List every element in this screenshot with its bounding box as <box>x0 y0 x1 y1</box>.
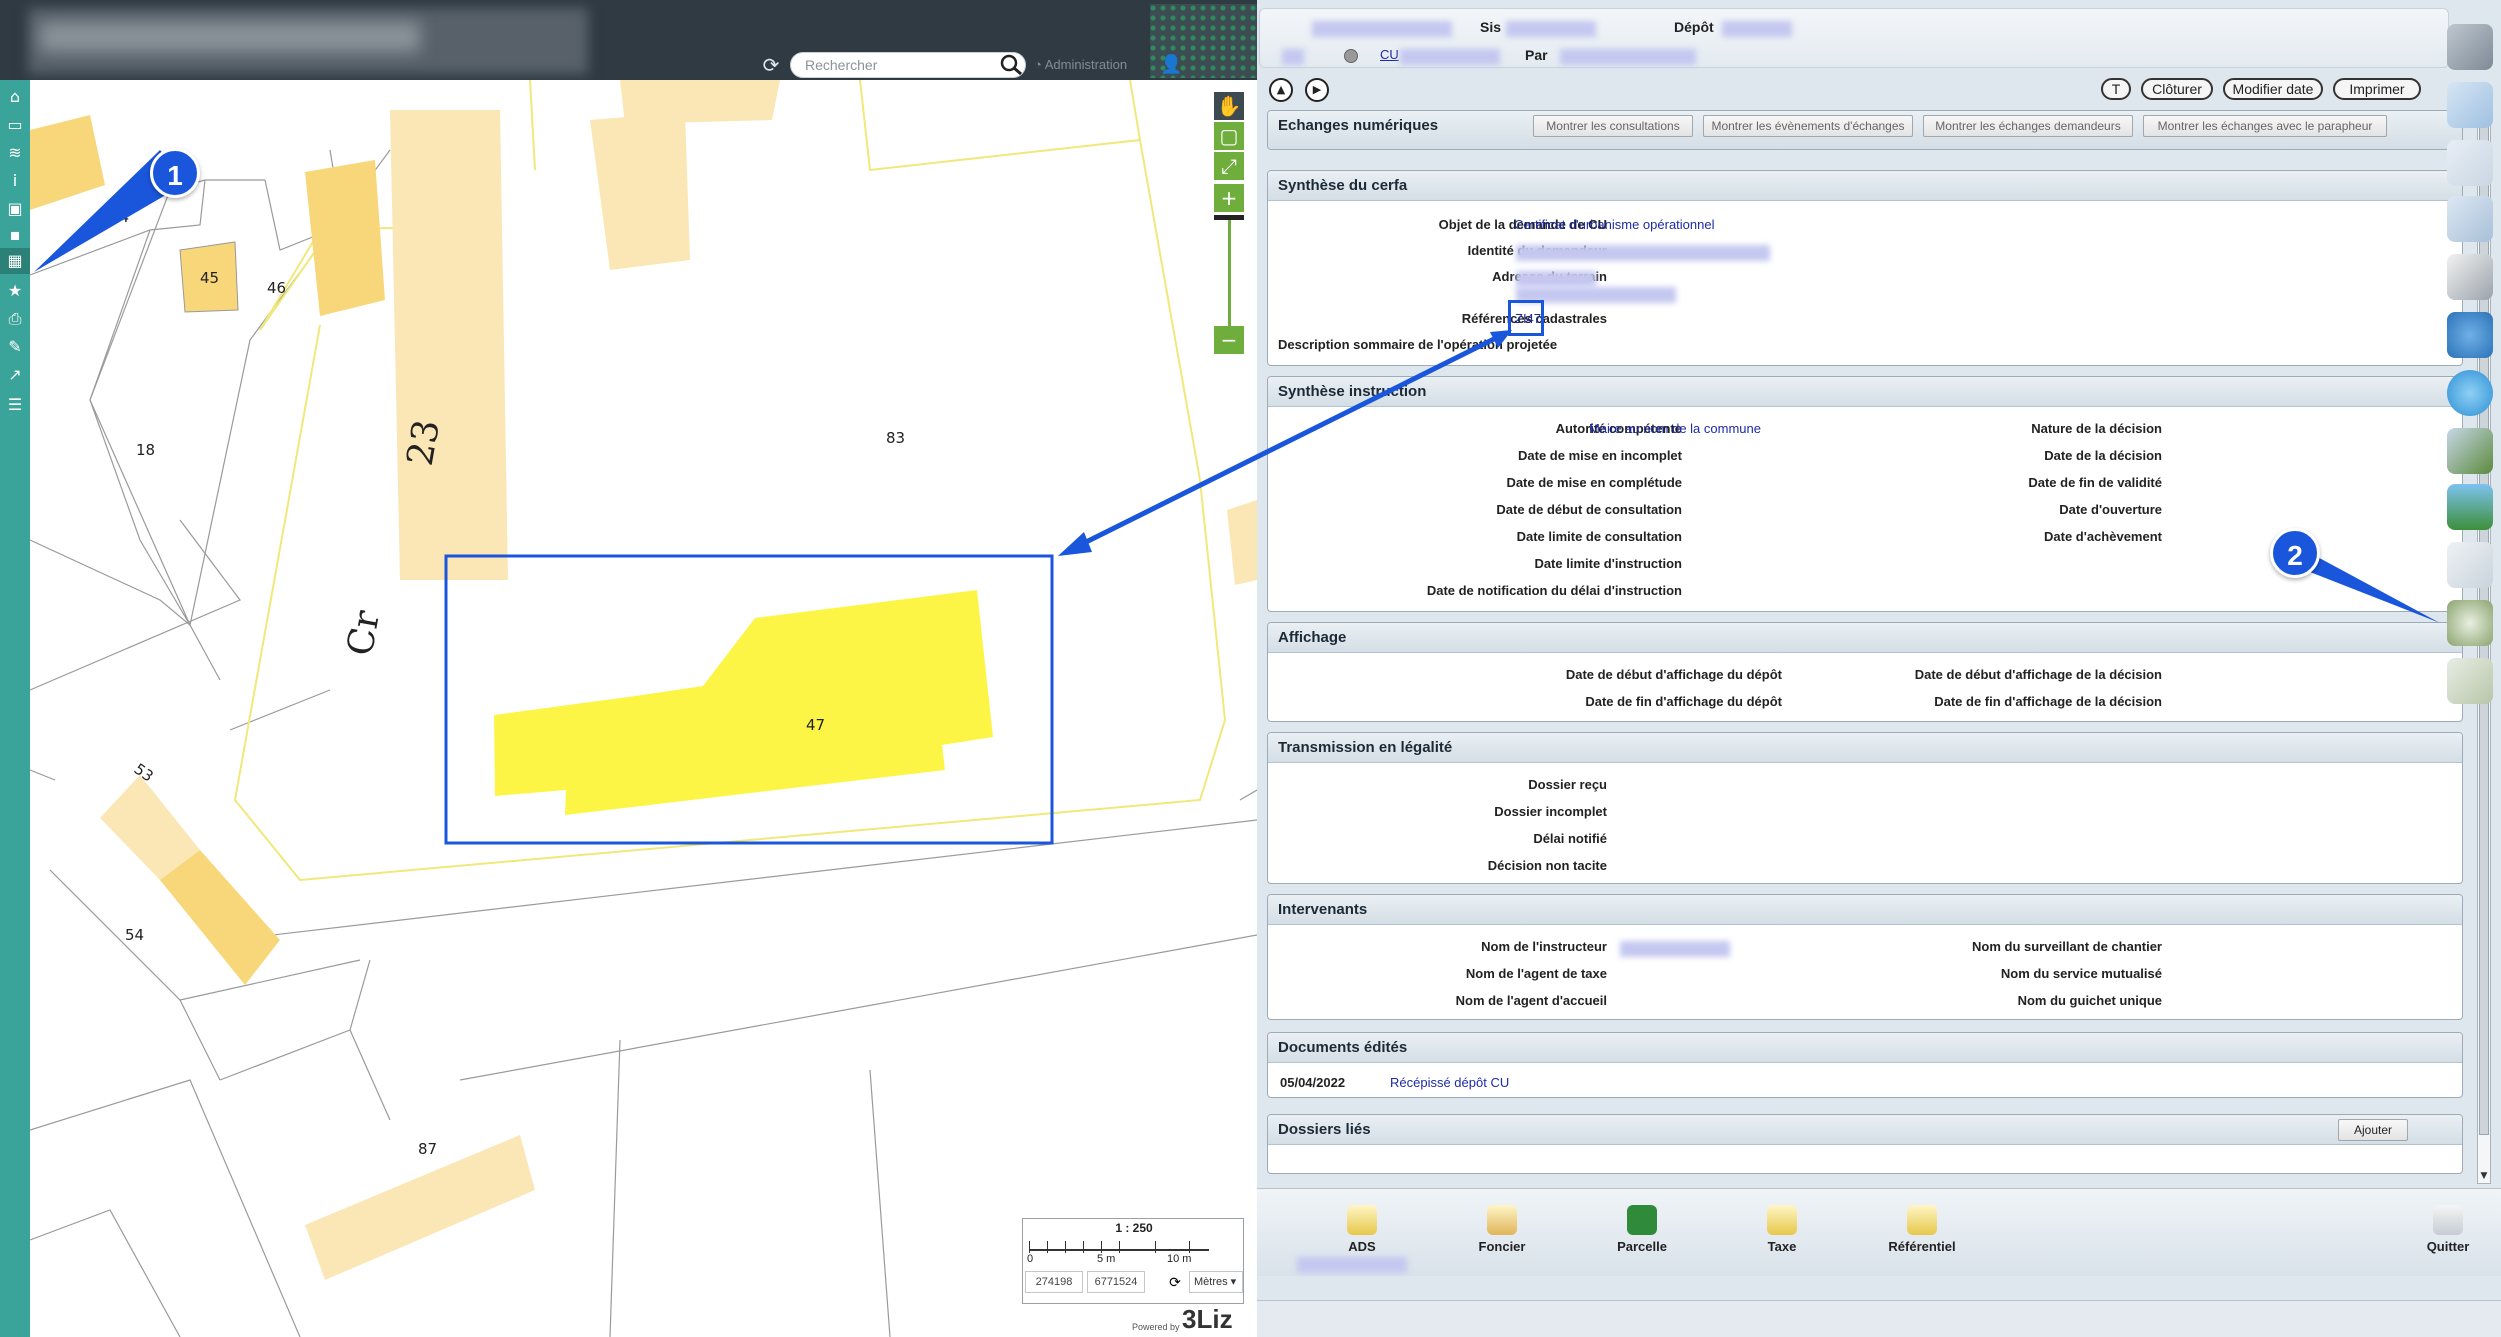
callout-1: 1 <box>150 148 200 198</box>
link-arrow-head <box>1058 532 1092 556</box>
screen: ⟳ ◔ Administration 👤 ⌂ ▭ ≋ i ▣ ▪ ▦ ★ ⎙ ✎ <box>0 0 2501 1337</box>
link-arrow-line <box>1068 333 1502 553</box>
annotation-overlay <box>34 150 2440 623</box>
callout-2: 2 <box>2270 528 2320 578</box>
